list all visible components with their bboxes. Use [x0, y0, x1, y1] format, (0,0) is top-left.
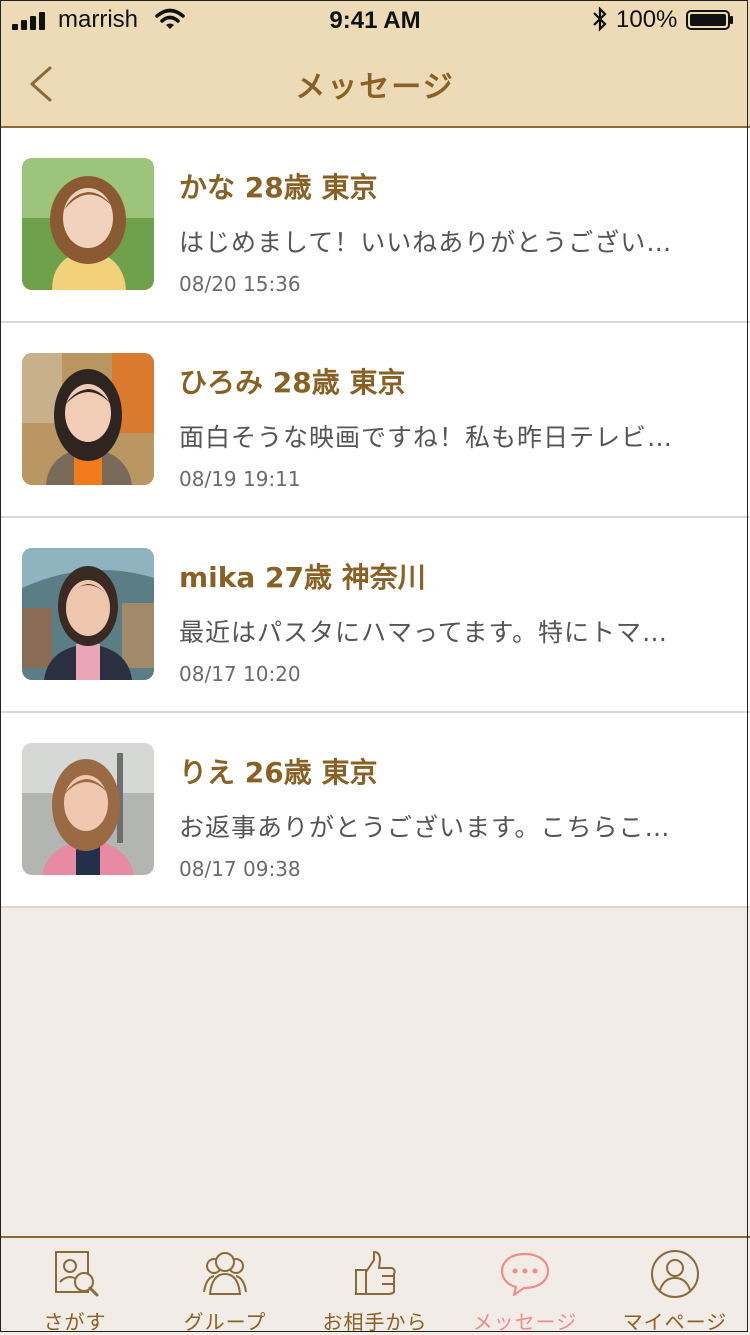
- tab-mypage[interactable]: マイページ: [600, 1238, 750, 1334]
- message-row[interactable]: mika 27歳 神奈川 最近はパスタにハマってます。特にトマ… 08/17 1…: [0, 518, 750, 713]
- avatar-photo: [22, 158, 154, 290]
- message-row[interactable]: ひろみ 28歳 東京 面白そうな映画ですね！私も昨日テレビ… 08/19 19:…: [0, 323, 750, 518]
- tab-label: さがす: [43, 1310, 107, 1334]
- message-preview: 面白そうな映画ですね！私も昨日テレビ…: [179, 423, 674, 452]
- message-sender: かな 28歳 東京: [179, 171, 378, 204]
- avatar-photo: [22, 548, 154, 680]
- message-date: 08/17 10:20: [179, 662, 301, 686]
- message-date: 08/20 15:36: [179, 272, 301, 296]
- person-icon: [651, 1250, 699, 1298]
- page-title: メッセージ: [295, 70, 455, 105]
- message-preview: はじめまして！いいねありがとうござい…: [179, 228, 673, 257]
- tab-bar: さがす グループ お相手から メッセージ マイページ: [0, 1236, 750, 1334]
- chat-bubble-icon: [500, 1252, 550, 1297]
- message-date: 08/19 19:11: [179, 467, 301, 491]
- avatar-photo: [22, 353, 154, 485]
- tab-label: メッセージ: [472, 1310, 578, 1334]
- message-row[interactable]: りえ 26歳 東京 お返事ありがとうございます。こちらこ… 08/17 09:3…: [0, 713, 750, 908]
- nav-header: marrish 9:41 AM 100% メッセージ: [0, 0, 750, 128]
- message-sender: mika 27歳 神奈川: [179, 561, 426, 594]
- bluetooth-icon: [593, 6, 607, 32]
- search-profile-icon: [55, 1251, 99, 1297]
- avatar[interactable]: [22, 353, 154, 485]
- tab-label: マイページ: [622, 1310, 728, 1334]
- avatar[interactable]: [22, 548, 154, 680]
- message-sender: ひろみ 28歳 東京: [179, 366, 406, 399]
- message-row[interactable]: かな 28歳 東京 はじめまして！いいねありがとうござい… 08/20 15:3…: [0, 128, 750, 323]
- thumbs-up-icon: [355, 1251, 396, 1295]
- tab-messages[interactable]: メッセージ: [450, 1238, 600, 1334]
- message-date: 08/17 09:38: [179, 857, 301, 881]
- battery-percent: 100%: [616, 6, 678, 33]
- tab-likes[interactable]: お相手から: [300, 1238, 450, 1334]
- message-preview: 最近はパスタにハマってます。特にトマ…: [179, 618, 669, 647]
- message-sender: りえ 26歳 東京: [179, 756, 378, 789]
- avatar[interactable]: [22, 743, 154, 875]
- tab-label: お相手から: [322, 1310, 428, 1334]
- message-preview: お返事ありがとうございます。こちらこ…: [179, 813, 671, 842]
- message-list: かな 28歳 東京 はじめまして！いいねありがとうござい… 08/20 15:3…: [0, 128, 750, 908]
- battery-icon: [686, 10, 733, 30]
- status-bar: marrish 9:41 AM 100%: [0, 0, 750, 40]
- tab-search[interactable]: さがす: [0, 1238, 150, 1334]
- tab-group[interactable]: グループ: [150, 1238, 300, 1334]
- group-icon: [203, 1252, 247, 1295]
- tab-label: グループ: [183, 1310, 267, 1334]
- avatar-photo: [22, 743, 154, 875]
- avatar[interactable]: [22, 158, 154, 290]
